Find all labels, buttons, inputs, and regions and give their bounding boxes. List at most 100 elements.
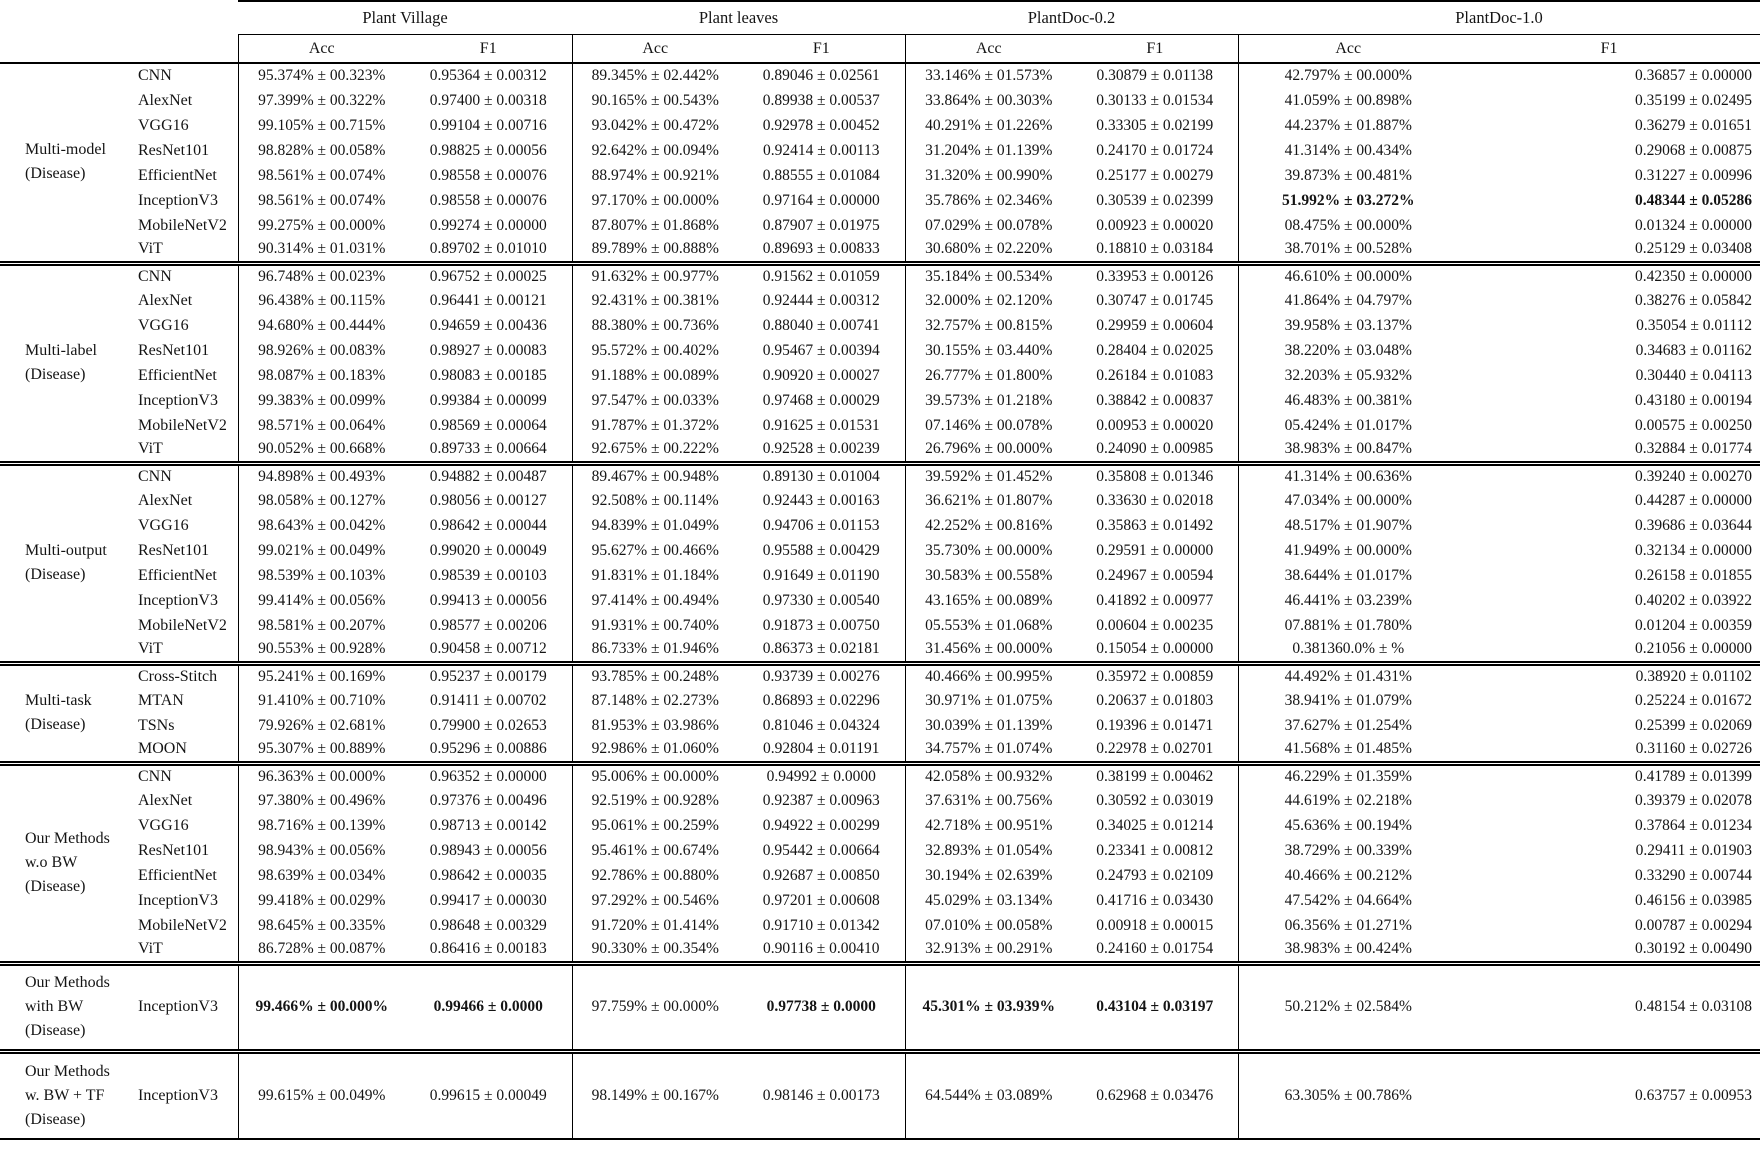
table-row: Our Methods w. BW + TF (Disease) InceptionV… (0, 1048, 1760, 1139)
value-cell: 31.320% ± 00.990% (904, 163, 1073, 188)
value-cell: 64.544% ± 03.089% (904, 1048, 1073, 1139)
table-row: InceptionV3 99.383% ± 00.099% 0.99384 ± 0.… (0, 388, 1760, 413)
value-cell: 95.006% ± 00.000% (571, 760, 739, 788)
value-cell: 40.466% ± 00.995% (904, 660, 1073, 688)
value-cell: 0.31160 ± 0.02726 (1635, 740, 1753, 758)
value-cell: 0.00604 ± 0.00235 (1096, 616, 1214, 634)
value-cell: 0.87907 ± 0.01975 (762, 216, 880, 234)
value-cell: 37.627% ± 01.254% (1237, 713, 1459, 738)
value-cell: 0.40202 ± 0.03922 (1635, 591, 1753, 609)
group-label-line: Our Methods (25, 974, 110, 991)
value-cell: 0.15054 ± 0.00000 (1096, 640, 1214, 658)
value-cell: 33.864% ± 00.303% (904, 88, 1073, 113)
value-cell: 98.571% ± 00.064% (237, 413, 405, 438)
value-cell: 45.029% ± 03.134% (904, 888, 1073, 913)
value-cell: 91.831% ± 01.184% (571, 563, 739, 588)
value-cell: 0.26184 ± 0.01083 (1096, 366, 1214, 384)
value-cell: 0.91873 ± 0.00750 (762, 616, 880, 634)
value-cell: 98.149% ± 00.167% (571, 1048, 739, 1139)
model-name: AlexNet (138, 91, 193, 109)
table-row: EfficientNet 98.561% ± 00.074% 0.98558 ± 0… (0, 163, 1760, 188)
value-cell: 07.010% ± 00.058% (904, 913, 1073, 938)
model-name: EfficientNet (138, 166, 217, 184)
model-name: InceptionV3 (130, 1048, 238, 1139)
value-cell: 91.931% ± 00.740% (571, 613, 739, 638)
value-cell: 32.203% ± 05.932% (1237, 363, 1459, 388)
value-cell: 0.00918 ± 0.00015 (1096, 916, 1214, 934)
value-cell: 0.23341 ± 0.00812 (1096, 841, 1214, 859)
value-cell: 99.615% ± 00.049% (237, 1048, 405, 1139)
group-label-line: with BW (25, 998, 84, 1015)
value-cell: 0.98577 ± 0.00206 (429, 616, 547, 634)
value-cell: 98.581% ± 00.207% (237, 613, 405, 638)
value-cell: 0.30192 ± 0.00490 (1635, 940, 1753, 958)
value-cell: 0.28404 ± 0.02025 (1096, 341, 1214, 359)
table-row: VGG16 99.105% ± 00.715% 0.99104 ± 0.00716 9… (0, 113, 1760, 138)
value-cell: 0.62968 ± 0.03476 (1072, 1048, 1239, 1139)
value-cell: 07.881% ± 01.780% (1237, 613, 1459, 638)
value-cell: 30.971% ± 01.075% (904, 688, 1073, 713)
table-row: MOON 95.307% ± 00.889% 0.95296 ± 0.00886 92… (0, 738, 1760, 763)
value-cell: 05.424% ± 01.017% (1237, 413, 1459, 438)
value-cell: 0.92387 ± 0.00963 (762, 791, 880, 809)
table-row: InceptionV3 99.418% ± 00.029% 0.99417 ± 0.… (0, 888, 1760, 913)
table-row: VGG16 98.716% ± 00.139% 0.98713 ± 0.00142 9… (0, 813, 1760, 838)
group-label-line: w.o BW (25, 854, 78, 871)
value-cell: 95.627% ± 00.466% (571, 538, 739, 563)
value-cell: 41.864% ± 04.797% (1237, 288, 1459, 313)
model-name: TSNs (138, 716, 175, 734)
value-cell: 0.92443 ± 0.00163 (762, 491, 880, 509)
group-label: Our Methods with BW (Disease) (0, 960, 130, 1051)
value-cell: 0.97201 ± 0.00608 (762, 891, 880, 909)
model-name: AlexNet (138, 791, 193, 809)
value-cell: 26.796% ± 00.000% (904, 438, 1073, 463)
value-cell: 0.38276 ± 0.05842 (1635, 291, 1753, 309)
value-cell: 35.730% ± 00.000% (904, 538, 1073, 563)
value-cell: 0.86416 ± 0.00183 (429, 940, 547, 958)
value-cell: 98.645% ± 00.335% (237, 913, 405, 938)
value-cell: 0.88040 ± 0.00741 (762, 316, 880, 334)
value-cell: 0.99413 ± 0.00056 (429, 591, 547, 609)
value-cell: 46.441% ± 03.239% (1237, 588, 1459, 613)
model-name: ViT (138, 940, 163, 958)
value-cell: 0.48344 ± 0.05286 (1635, 191, 1753, 209)
header-spacer (0, 1, 238, 35)
value-cell: 30.155% ± 03.440% (904, 338, 1073, 363)
value-cell: 0.94659 ± 0.00436 (429, 316, 547, 334)
value-cell: 41.314% ± 00.636% (1237, 460, 1459, 488)
value-cell: 0.30747 ± 0.01745 (1096, 291, 1214, 309)
value-cell: 94.898% ± 00.493% (237, 460, 405, 488)
table-row: AlexNet 96.438% ± 00.115% 0.96441 ± 0.0012… (0, 288, 1760, 313)
header-spacer (0, 34, 238, 64)
value-cell: 98.828% ± 00.058% (237, 138, 405, 163)
group-label-line: Our Methods (25, 830, 110, 847)
value-cell: 63.305% ± 00.786% (1237, 1048, 1459, 1139)
value-cell: 0.32134 ± 0.00000 (1635, 541, 1753, 559)
value-cell: 86.728% ± 00.087% (237, 938, 405, 963)
group-label-line: Multi-task (25, 692, 92, 709)
value-cell: 0.86893 ± 0.02296 (762, 691, 880, 709)
value-cell: 0.89938 ± 0.00537 (762, 91, 880, 109)
value-cell: 42.797% ± 00.000% (1237, 63, 1459, 88)
value-cell: 92.786% ± 00.880% (571, 863, 739, 888)
value-cell: 0.99384 ± 0.00099 (429, 391, 547, 409)
value-cell: 98.561% ± 00.074% (237, 188, 405, 213)
table-row: TSNs 79.926% ± 02.681% 0.79900 ± 0.02653 81… (0, 713, 1760, 738)
table-row: ResNet101 98.926% ± 00.083% 0.98927 ± 0.00… (0, 338, 1760, 363)
value-cell: 89.789% ± 00.888% (571, 238, 739, 263)
value-cell: 0.29591 ± 0.00000 (1096, 541, 1214, 559)
table-row: VGG16 98.643% ± 00.042% 0.98642 ± 0.00044 9… (0, 513, 1760, 538)
table-row: AlexNet 98.058% ± 00.127% 0.98056 ± 0.0012… (0, 488, 1760, 513)
model-name: VGG16 (138, 316, 189, 334)
value-cell: 38.729% ± 00.339% (1237, 838, 1459, 863)
value-cell: 41.949% ± 00.000% (1237, 538, 1459, 563)
value-cell: 0.36857 ± 0.00000 (1635, 67, 1753, 84)
value-cell: 99.418% ± 00.029% (237, 888, 405, 913)
value-cell: 98.643% ± 00.042% (237, 513, 405, 538)
model-name: CNN (138, 67, 172, 84)
value-cell: 0.00953 ± 0.00020 (1096, 416, 1214, 434)
value-cell: 0.31227 ± 0.00996 (1635, 166, 1753, 184)
value-cell: 98.943% ± 00.056% (237, 838, 405, 863)
results-table: Plant Village Plant leaves PlantDoc-0.2 … (0, 0, 1760, 1140)
table-row: ViT 90.314% ± 01.031% 0.89702 ± 0.01010 89.… (0, 238, 1760, 263)
